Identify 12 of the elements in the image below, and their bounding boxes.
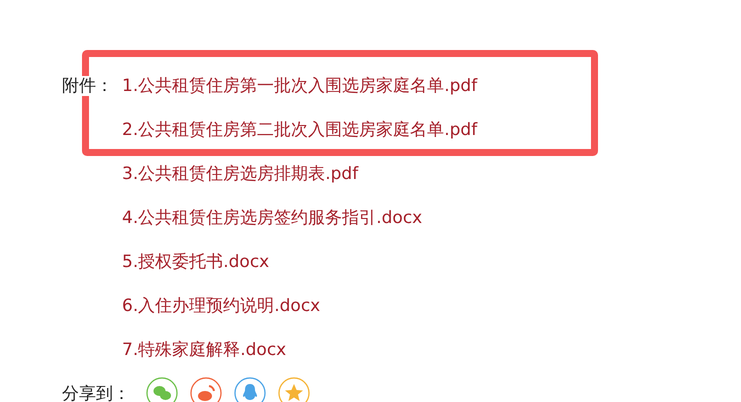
share-label: 分享到： bbox=[62, 382, 131, 402]
attachment-link[interactable]: 7.特殊家庭解释.docx bbox=[122, 338, 286, 360]
qzone-share-icon[interactable] bbox=[278, 377, 310, 402]
attachment-link[interactable]: 6.入住办理预约说明.docx bbox=[122, 294, 320, 316]
qq-share-icon[interactable] bbox=[234, 377, 266, 402]
wechat-share-icon[interactable] bbox=[146, 377, 178, 402]
attachment-link[interactable]: 3.公共租赁住房选房排期表.pdf bbox=[122, 162, 358, 184]
attachment-link[interactable]: 2.公共租赁住房第二批次入围选房家庭名单.pdf bbox=[122, 118, 478, 140]
weibo-share-icon[interactable] bbox=[190, 377, 222, 402]
attachment-link[interactable]: 4.公共租赁住房选房签约服务指引.docx bbox=[122, 206, 422, 228]
attachment-link[interactable]: 5.授权委托书.docx bbox=[122, 250, 270, 272]
attachment-link[interactable]: 1.公共租赁住房第一批次入围选房家庭名单.pdf bbox=[122, 74, 478, 96]
